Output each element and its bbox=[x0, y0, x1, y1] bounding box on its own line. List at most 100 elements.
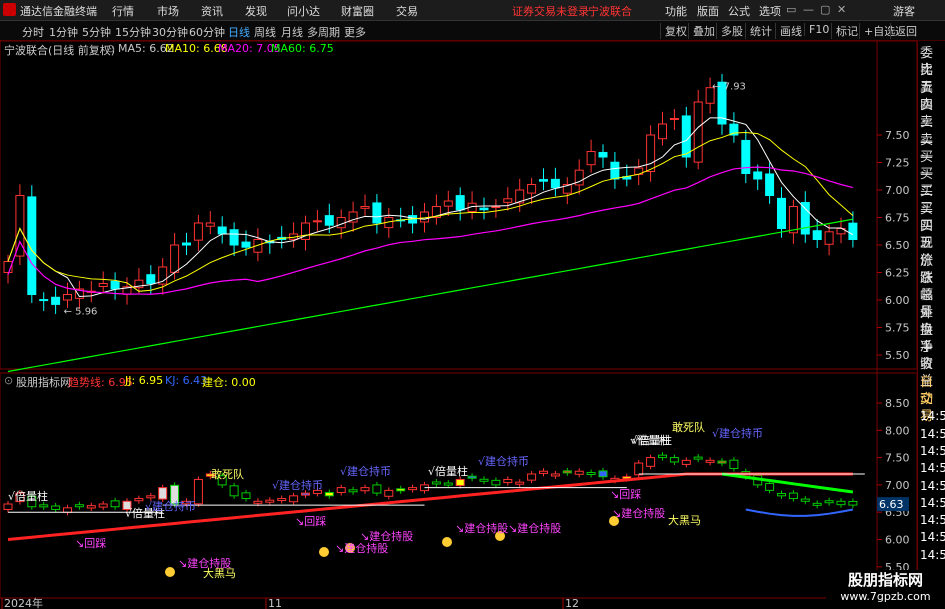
money-bag-icon bbox=[442, 537, 452, 547]
ind-candle-body bbox=[467, 475, 477, 479]
quote-field-label: 14:56 bbox=[920, 530, 945, 545]
candle-body bbox=[800, 202, 810, 235]
quote-field-label: 14:56 bbox=[920, 426, 945, 441]
candle-body bbox=[372, 202, 382, 224]
ind-candle-body bbox=[74, 504, 84, 508]
ind-ytick-label: 8.00 bbox=[885, 424, 910, 437]
ind-candle-body bbox=[705, 459, 715, 463]
ind-ytick-label: 6.00 bbox=[885, 534, 910, 547]
ind-candle-body bbox=[539, 470, 548, 474]
signal-label: ↘回踩 bbox=[610, 488, 642, 501]
signal-label: √建仓持币 bbox=[272, 479, 324, 492]
ind-candle-body bbox=[408, 487, 418, 491]
candle-body bbox=[753, 171, 763, 180]
ind-candle-body bbox=[646, 457, 656, 467]
candle-body bbox=[646, 134, 656, 173]
ind-ytick-label: 7.50 bbox=[885, 452, 910, 465]
candle-body bbox=[598, 151, 608, 158]
candle-body bbox=[182, 242, 191, 246]
candle-body bbox=[110, 280, 120, 290]
ind-candle-body bbox=[800, 498, 810, 502]
candle-body bbox=[527, 184, 537, 194]
candle-body bbox=[539, 179, 548, 182]
ind-candle-body bbox=[848, 500, 858, 506]
ind-candle-body bbox=[336, 487, 346, 494]
ind-candle-body bbox=[634, 462, 644, 476]
ind-candle-body bbox=[765, 482, 775, 491]
signal-label: ↘建仓持股 bbox=[508, 522, 562, 535]
ind-candle-body bbox=[598, 470, 608, 478]
candle-body bbox=[491, 206, 501, 208]
ind-candle-body bbox=[134, 498, 144, 502]
signal-label: 大黑马 bbox=[203, 567, 236, 580]
candle-body bbox=[229, 229, 239, 246]
candle-body bbox=[681, 115, 691, 158]
ind-candle-body bbox=[574, 470, 584, 475]
signal-label: √建仓持币 bbox=[712, 427, 764, 440]
main-ytick-label: 6.75 bbox=[885, 212, 910, 225]
candle-body bbox=[848, 222, 858, 240]
low-price-label: ← 5.96 bbox=[64, 306, 98, 317]
signal-label: 大黑马 bbox=[668, 514, 701, 527]
jj-line bbox=[721, 472, 854, 494]
candle-body bbox=[503, 198, 513, 203]
high-price-label: ← 7.93 bbox=[712, 82, 746, 93]
ind-ytick-label: 8.50 bbox=[885, 397, 910, 410]
signal-label: √倍量柱 bbox=[8, 490, 49, 503]
candle-body bbox=[658, 123, 667, 140]
ind-candle-body bbox=[63, 507, 72, 513]
quote-side-panel: 委比 卖五 卖四 卖三 卖二 卖一 买一 买二 买三 买四 买五 现价 涨跌 涨幅 总量 外盘 换手 净资 收益 自动… bbox=[917, 41, 945, 609]
watermark-url: www.7gpzb.com bbox=[840, 590, 931, 603]
signal-label: √倍量柱 bbox=[428, 465, 469, 478]
ind-candle-body bbox=[110, 500, 120, 508]
signal-label: ↘建仓持股 bbox=[612, 507, 666, 520]
ind-candle-body bbox=[372, 484, 382, 494]
ind-candle-body bbox=[562, 470, 572, 474]
signal-label: √倍量柱 bbox=[630, 434, 671, 447]
quote-field-label: 14:56 bbox=[920, 513, 945, 528]
signal-label: ↘建仓持股 bbox=[360, 530, 414, 543]
signal-label: ↘回踩 bbox=[295, 515, 327, 528]
ind-candle-body bbox=[717, 460, 727, 464]
candle-body bbox=[193, 222, 203, 241]
date-label: 2024年 bbox=[4, 596, 43, 609]
money-bag-icon bbox=[319, 547, 329, 557]
candle-body bbox=[51, 296, 61, 305]
ind-candle-body bbox=[51, 505, 61, 510]
main-ytick-label: 6.25 bbox=[885, 267, 910, 280]
candle-body bbox=[146, 274, 156, 285]
main-ytick-label: 6.50 bbox=[885, 239, 910, 252]
ind-candle-body bbox=[301, 492, 310, 496]
ma20-line bbox=[7, 166, 854, 295]
candle-body bbox=[63, 294, 72, 301]
candle-body bbox=[693, 101, 703, 163]
candle-body bbox=[812, 230, 822, 240]
quote-field-label: 14:56 bbox=[920, 547, 945, 562]
ind-ytick-label: 7.00 bbox=[885, 479, 910, 492]
ind-candle-body bbox=[324, 492, 334, 497]
candle-body bbox=[824, 231, 834, 245]
ind-candle-body bbox=[812, 502, 822, 506]
ind-candle-body bbox=[777, 493, 786, 497]
signal-label: ↘回踩 bbox=[75, 537, 107, 550]
money-bag-icon bbox=[165, 567, 175, 577]
main-ytick-label: 5.50 bbox=[885, 349, 910, 362]
quote-field-label: 14:56 bbox=[920, 461, 945, 476]
ind-candle-body bbox=[586, 472, 596, 476]
candle-body bbox=[455, 195, 465, 211]
ind-candle-body bbox=[455, 478, 465, 487]
date-label: 12 bbox=[565, 597, 579, 609]
quote-field-label: 14:56 bbox=[920, 443, 945, 458]
ind-candle-body bbox=[3, 503, 13, 510]
candle-body bbox=[443, 200, 453, 207]
candle-body bbox=[360, 206, 370, 209]
ind-candle-body bbox=[229, 485, 239, 497]
ind-candle-body bbox=[836, 500, 846, 506]
ind-candle-body bbox=[729, 459, 739, 470]
signal-label: 敢死队 bbox=[211, 468, 244, 481]
ma60-line bbox=[7, 218, 854, 373]
ind-candle-body bbox=[527, 473, 537, 481]
candle-body bbox=[765, 173, 775, 197]
ind-candle-body bbox=[384, 489, 394, 497]
ma5-line bbox=[7, 117, 854, 297]
